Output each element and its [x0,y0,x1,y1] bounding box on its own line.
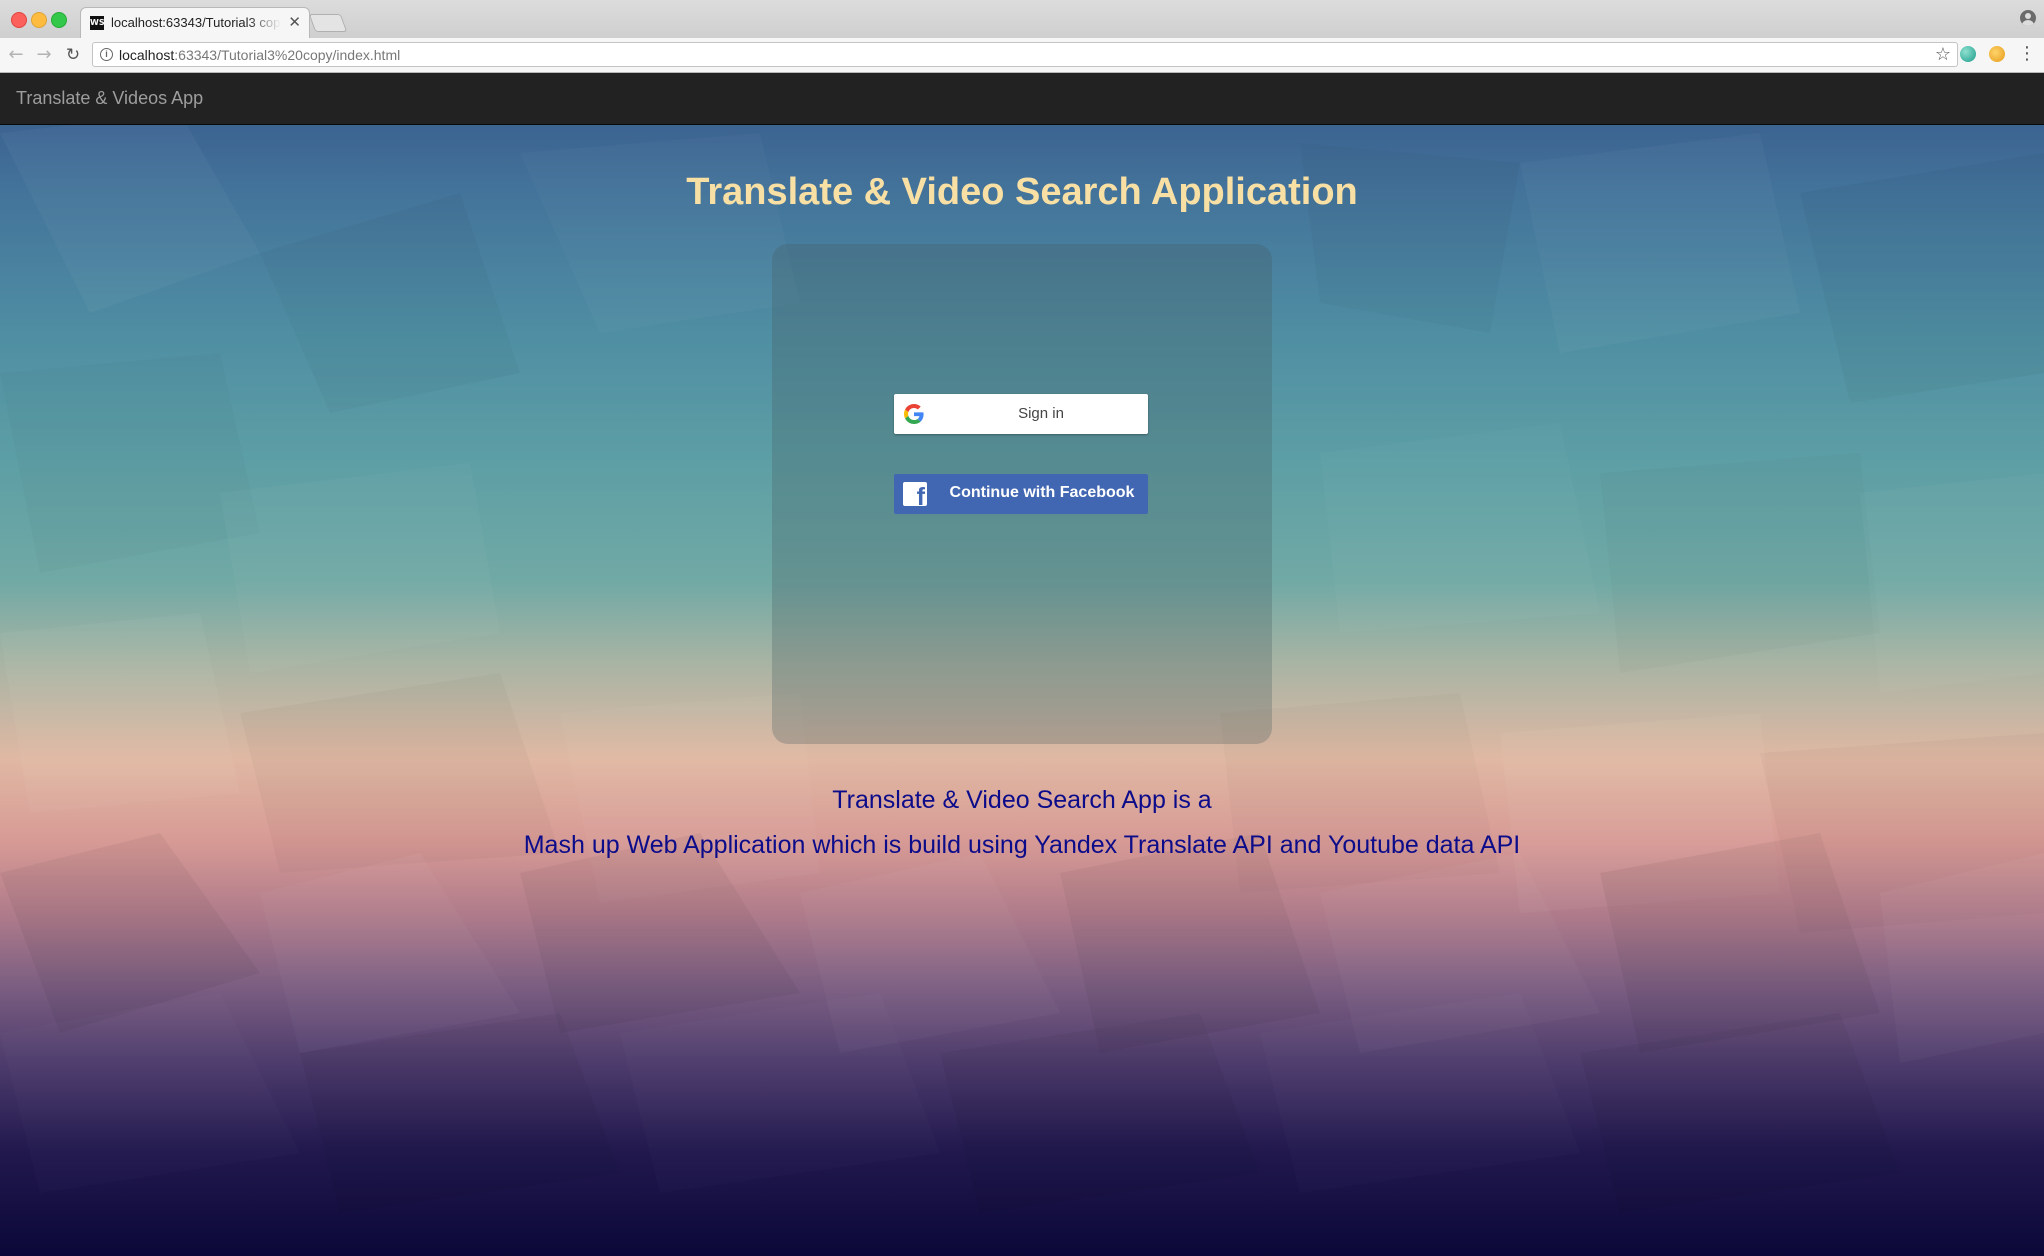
info-icon[interactable]: i [100,48,113,61]
kebab-menu-icon[interactable]: ⋮ [2018,43,2036,65]
close-window-button[interactable] [11,12,27,28]
reload-icon[interactable]: ↻ [62,44,84,66]
tab-close-icon[interactable]: ✕ [288,13,301,31]
extension-globe-icon[interactable] [1960,46,1976,62]
browser-tab[interactable]: WS localhost:63343/Tutorial3 copy/index.… [80,7,310,38]
url-host: localhost [119,47,175,63]
navbar: Translate & Videos App [0,73,2044,125]
url-path: :63343/Tutorial3%20copy/index.html [174,47,401,63]
page-title: Translate & Video Search Application [686,171,1358,213]
google-sign-in-label: Sign in [1018,405,1064,422]
google-logo-icon [904,404,924,424]
facebook-login-button[interactable]: f Continue with Facebook [894,474,1148,514]
facebook-logo-icon: f [903,482,927,506]
page-viewport: Translate & Videos App Translate & Video… [0,73,2044,1256]
back-arrow-icon[interactable]: ← [5,44,27,66]
new-tab-button[interactable] [308,14,348,32]
tab-title: localhost:63343/Tutorial3 copy/index.htm… [111,15,281,30]
star-icon[interactable]: ☆ [1935,44,1951,65]
navbar-brand[interactable]: Translate & Videos App [16,88,203,109]
url-text[interactable]: localhost:63343/Tutorial3%20copy/index.h… [119,47,400,63]
forward-arrow-icon[interactable]: → [33,44,55,66]
profile-icon[interactable] [2020,10,2036,26]
browser-window: WS localhost:63343/Tutorial3 copy/index.… [0,0,2044,1256]
webstorm-favicon-icon: WS [90,16,105,30]
facebook-login-label: Continue with Facebook [949,484,1135,501]
address-bar[interactable]: i localhost:63343/Tutorial3%20copy/index… [92,42,1958,67]
description-line-1: Translate & Video Search App is a [832,786,1212,814]
description-line-2: Mash up Web Application which is build u… [523,831,1521,859]
google-sign-in-button[interactable]: Sign in [894,394,1148,434]
minimize-window-button[interactable] [31,12,47,28]
maximize-window-button[interactable] [51,12,67,28]
login-card: Sign in f Continue with Facebook [772,244,1272,744]
extension-cookie-icon[interactable] [1989,46,2005,62]
tab-strip: WS localhost:63343/Tutorial3 copy/index.… [0,0,2044,39]
browser-toolbar: ← → ↻ i localhost:63343/Tutorial3%20copy… [0,38,2044,73]
